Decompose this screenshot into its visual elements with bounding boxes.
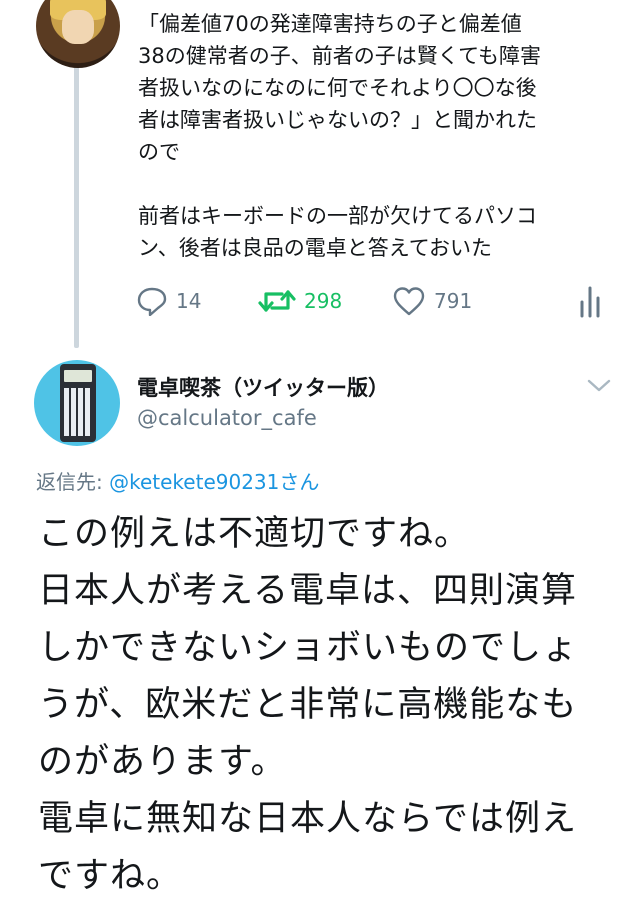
analytics-button[interactable] (578, 286, 602, 318)
reply-to-suffix: さん (279, 470, 320, 494)
reply-author-avatar[interactable] (34, 360, 120, 446)
reply-to-line: 返信先: @ketekete90231さん (36, 466, 319, 495)
reply-author-name[interactable]: 電卓喫茶（ツイッター版） (137, 372, 389, 402)
prev-tweet-avatar[interactable] (36, 0, 120, 68)
reply-author-handle[interactable]: @calculator_cafe (137, 406, 317, 430)
reply-tweet-header: 電卓喫茶（ツイッター版） @calculator_cafe (0, 360, 640, 450)
analytics-icon (580, 286, 600, 318)
avatar-face (62, 10, 94, 44)
reply-to-label: 返信先: (36, 470, 110, 494)
reply-button[interactable]: 14 (136, 286, 201, 316)
reply-to-user: @ketekete90231 (109, 470, 280, 494)
retweet-count: 298 (304, 289, 343, 313)
prev-tweet-text: 「偏差値70の発達障害持ちの子と偏差値 38の健常者の子、前者の子は賢くても障害… (138, 12, 542, 260)
reply-to-mention[interactable]: @ketekete90231さん (109, 470, 319, 494)
reply-count: 14 (176, 289, 202, 313)
calculator-icon (60, 364, 96, 442)
like-button[interactable]: 791 (392, 286, 472, 316)
prev-tweet-actions: 14 298 791 (0, 282, 640, 322)
reply-icon (137, 287, 167, 316)
retweet-icon (258, 290, 296, 312)
like-count: 791 (434, 289, 473, 313)
chevron-down-icon[interactable] (586, 378, 612, 394)
like-icon (393, 287, 425, 316)
retweet-button[interactable]: 298 (258, 286, 342, 316)
reply-tweet-text: この例えは不適切ですね。 日本人が考える電卓は、四則演算 しかできないショボいも… (38, 514, 579, 896)
